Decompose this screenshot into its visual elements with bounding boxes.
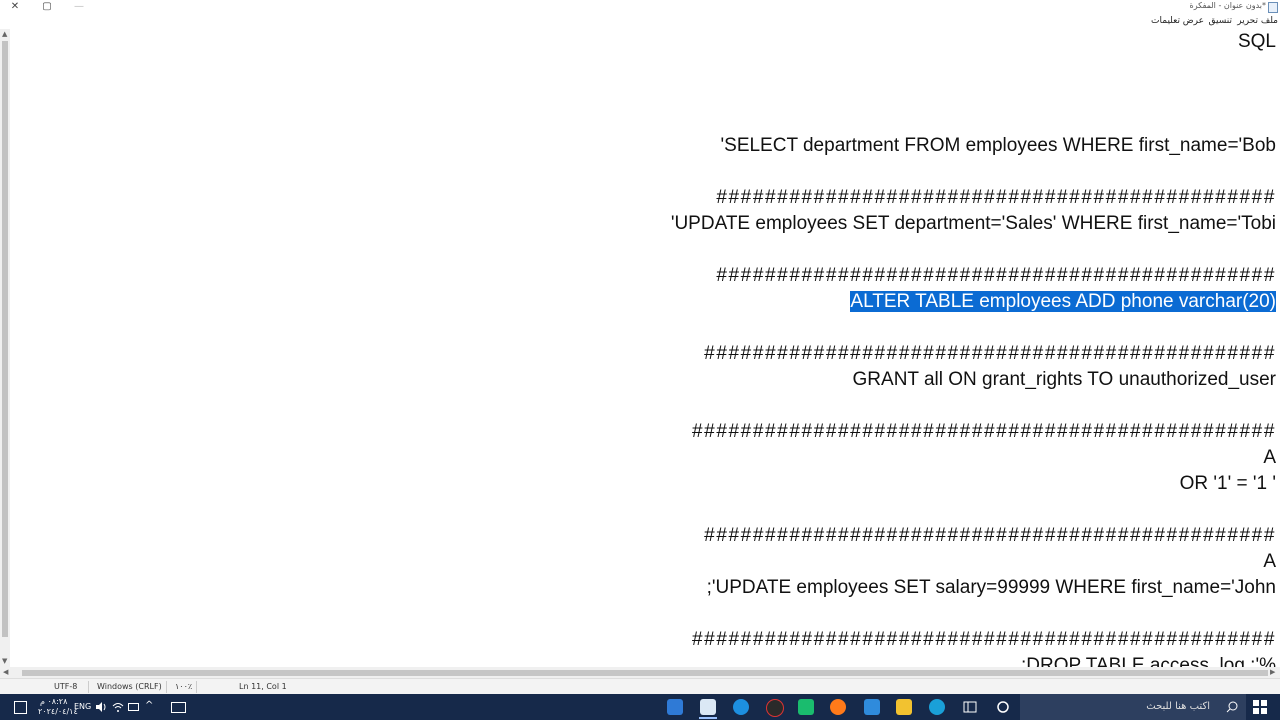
- text-line: UPDATE employees SET department='Sales' …: [670, 213, 1276, 234]
- text-line: A: [1263, 551, 1276, 572]
- scroll-right-icon[interactable]: ▶: [1270, 668, 1275, 676]
- search-icon: [1226, 701, 1238, 713]
- menu-bar: ملف تحرير تنسيق عرض تعليمات: [0, 14, 1280, 29]
- firefox-app-icon[interactable]: [830, 699, 846, 715]
- keyboard-icon[interactable]: [171, 702, 186, 713]
- separator-line: ########################################…: [704, 525, 1276, 546]
- separator-line: ########################################…: [716, 265, 1276, 286]
- text-line: %'; DROP TABLE access_log;: [1021, 655, 1276, 667]
- text-line: A: [1263, 447, 1276, 468]
- cursor-position: Ln 11, Col 1: [239, 682, 287, 691]
- wifi-icon[interactable]: [112, 702, 124, 712]
- scroll-left-icon[interactable]: ◀: [3, 668, 8, 676]
- maximize-button[interactable]: ▢: [32, 0, 62, 14]
- volume-icon[interactable]: [95, 702, 107, 712]
- text-line: GRANT all ON grant_rights TO unauthorize…: [852, 369, 1276, 390]
- window-title: *بدون عنوان - المفكرة: [1189, 1, 1266, 10]
- menu-help[interactable]: تعليمات: [1151, 16, 1180, 26]
- title-bar: ✕ ▢ — *بدون عنوان - المفكرة: [0, 0, 1280, 14]
- green-app-icon[interactable]: [798, 699, 814, 715]
- status-bar: UTF-8 Windows (CRLF) ١٠٠٪ Ln 11, Col 1: [0, 678, 1280, 695]
- clock-date[interactable]: ٢٠٢٤/٠٤/١٤: [38, 707, 78, 716]
- separator-line: ########################################…: [704, 343, 1276, 364]
- horizontal-scroll-thumb[interactable]: [22, 670, 1268, 676]
- status-divider: [196, 681, 197, 693]
- status-divider: [88, 681, 89, 693]
- menu-file[interactable]: ملف: [1261, 16, 1278, 26]
- menu-format[interactable]: تنسيق: [1209, 16, 1232, 26]
- text-line: UPDATE employees SET salary=99999 WHERE …: [706, 577, 1276, 598]
- mail-app-icon[interactable]: [864, 699, 880, 715]
- text-editor[interactable]: SQL SELECT department FROM employees WHE…: [10, 29, 1278, 667]
- close-button[interactable]: ✕: [0, 0, 30, 14]
- sandbox-app-icon[interactable]: [733, 699, 749, 715]
- horizontal-scrollbar[interactable]: ◀ ▶: [0, 667, 1280, 678]
- task-view-app-icon[interactable]: [667, 699, 683, 715]
- taskbar: ٠٨:٢٨ م ٢٠٢٤/٠٤/١٤ ENG ^ اكتب هنا للبحث: [0, 694, 1280, 720]
- menu-view[interactable]: عرض: [1183, 16, 1204, 26]
- zoom-status: ١٠٠٪: [175, 682, 193, 691]
- cortana-icon[interactable]: [996, 700, 1010, 714]
- line-ending-status: Windows (CRLF): [97, 682, 162, 691]
- obs-app-icon[interactable]: [766, 699, 784, 717]
- chevron-up-icon[interactable]: ^: [145, 700, 153, 711]
- task-view-icon[interactable]: [963, 700, 977, 714]
- edge-app-icon[interactable]: [929, 699, 945, 715]
- active-app-indicator: [699, 717, 717, 719]
- notification-icon[interactable]: [14, 701, 27, 714]
- status-divider: [166, 681, 167, 693]
- minimize-button[interactable]: —: [64, 0, 94, 14]
- search-placeholder: اكتب هنا للبحث: [1146, 701, 1210, 712]
- text-line: SQL: [1237, 31, 1276, 52]
- file-explorer-app-icon[interactable]: [896, 699, 912, 715]
- text-line: ' OR '1' = '1: [1179, 473, 1276, 494]
- windows-start-icon[interactable]: [1252, 699, 1268, 715]
- language-indicator[interactable]: ENG: [74, 702, 91, 711]
- encoding-status: UTF-8: [54, 682, 78, 691]
- selected-text[interactable]: ALTER TABLE employees ADD phone varchar(…: [850, 291, 1276, 312]
- battery-icon[interactable]: [128, 703, 139, 711]
- clock-time[interactable]: ٠٨:٢٨ م: [40, 697, 67, 706]
- text-line: SELECT department FROM employees WHERE f…: [720, 135, 1277, 156]
- vertical-scroll-thumb[interactable]: [2, 41, 8, 637]
- scroll-up-icon[interactable]: ▲: [2, 30, 7, 38]
- separator-line: ########################################…: [716, 187, 1276, 208]
- separator-line: ########################################…: [691, 421, 1276, 442]
- taskbar-search-box[interactable]: اكتب هنا للبحث: [1020, 694, 1246, 720]
- scroll-down-icon[interactable]: ▼: [2, 657, 7, 665]
- separator-line: ########################################…: [691, 629, 1276, 650]
- notepad-icon: [1268, 2, 1278, 13]
- vertical-scrollbar[interactable]: ▲ ▼: [0, 29, 10, 669]
- menu-edit[interactable]: تحرير: [1237, 16, 1258, 26]
- notepad-app-icon[interactable]: [700, 699, 716, 715]
